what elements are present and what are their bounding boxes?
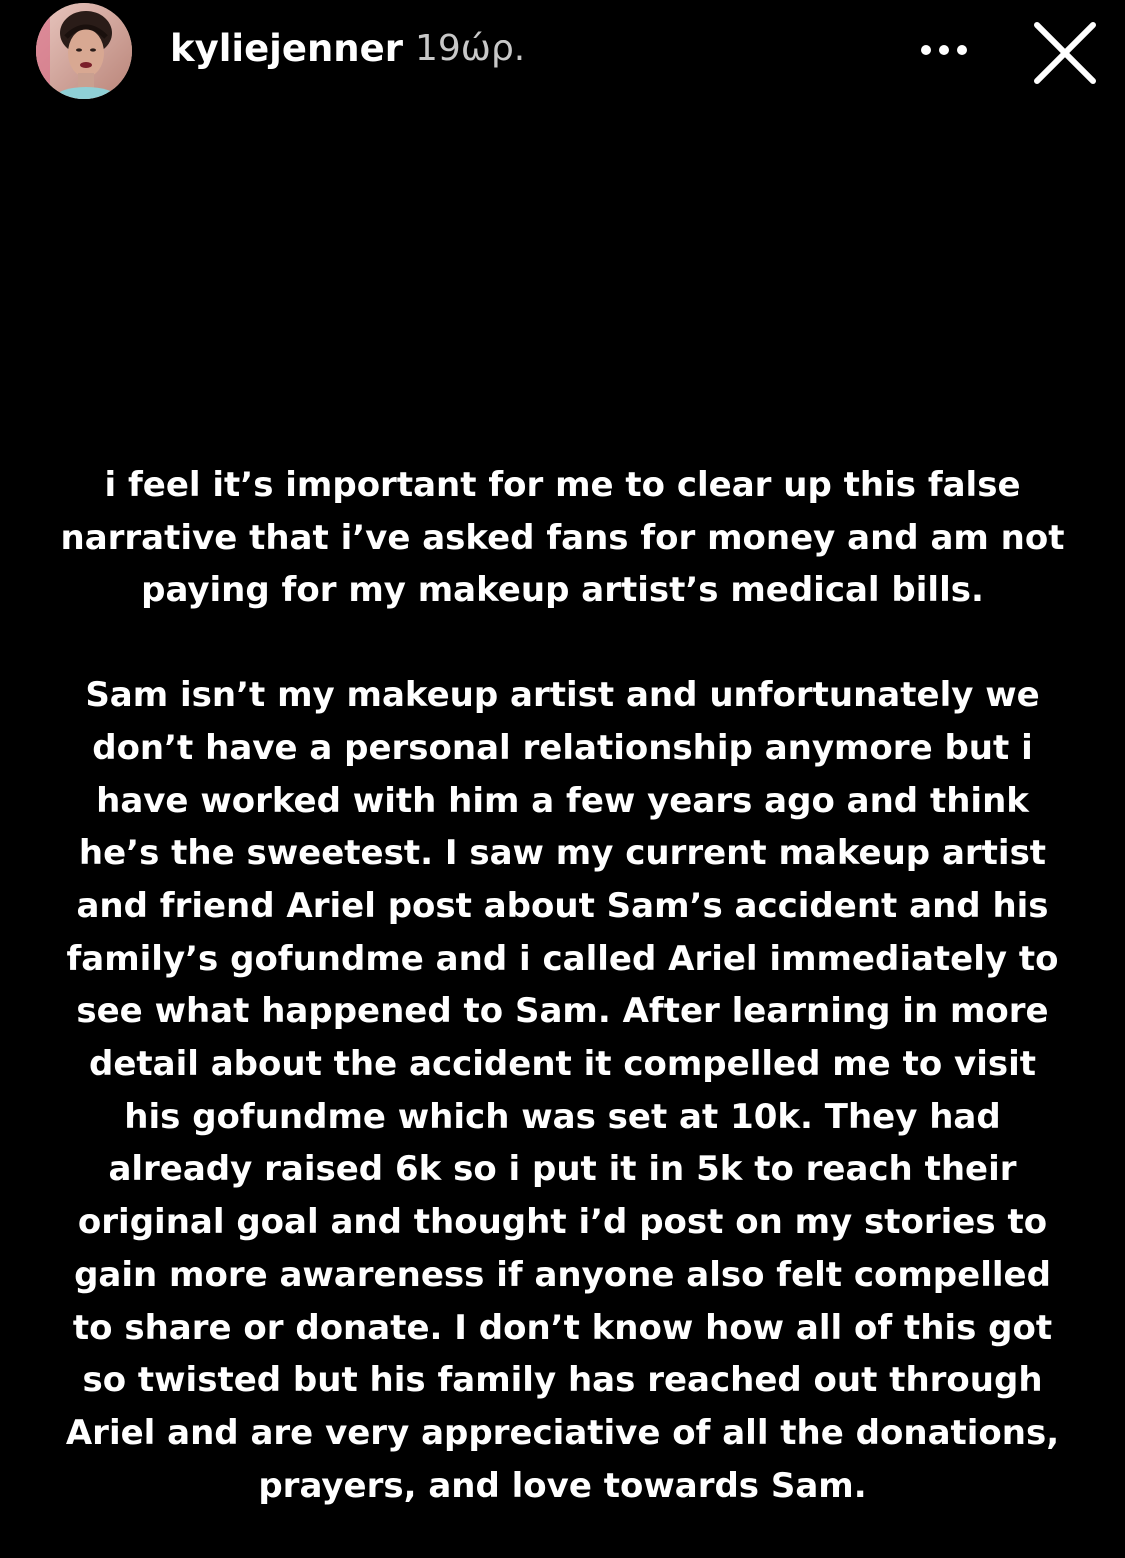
close-button[interactable] [1028, 16, 1102, 90]
close-x-icon [1034, 22, 1096, 84]
story-header: kyliejenner 19ώρ. [0, 0, 1125, 100]
profile-avatar[interactable] [36, 3, 132, 99]
story-text-block: i feel it’s important for me to clear up… [40, 459, 1085, 1512]
avatar-image [36, 3, 132, 99]
username[interactable]: kyliejenner [170, 24, 403, 74]
story-paragraph-intro: i feel it’s important for me to clear up… [60, 465, 1065, 611]
post-timestamp: 19ώρ. [415, 28, 526, 69]
more-horizontal-icon [921, 45, 967, 55]
more-options-button[interactable] [912, 30, 976, 70]
story-paragraph-body: Sam isn’t my makeup artist and unfortuna… [65, 675, 1060, 1506]
